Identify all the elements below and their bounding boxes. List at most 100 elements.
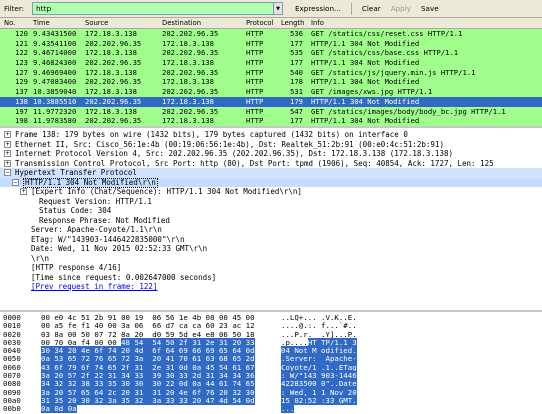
column-header-no[interactable]: No.: [4, 18, 15, 28]
status-code-field[interactable]: Status Code: 304: [0, 206, 542, 216]
chevron-down-icon: ▼: [276, 6, 280, 12]
detail-text: Date: Wed, 11 Nov 2015 02:52:33 GMT\r\n: [31, 244, 208, 253]
detail-text: [HTTP response 4/16]: [31, 263, 122, 272]
packet-row[interactable]: 138 10.3885510 202.202.96.35 172.18.3.138 HT…: [0, 96, 542, 107]
expand-icon[interactable]: +: [20, 188, 27, 195]
packet-no: 198: [15, 116, 28, 126]
packet-row[interactable]: 120 9.43431500 172.18.3.138 202.202.96.35 HT…: [0, 29, 542, 39]
column-header-info[interactable]: Info: [311, 18, 324, 28]
packet-length: 179: [290, 96, 303, 106]
expand-icon[interactable]: +: [4, 159, 11, 167]
packet-length: 177: [290, 38, 303, 48]
detail-text: ETag: W/"143903-1446422835000"\r\n: [31, 234, 185, 244]
packet-source: 202.202.96.35: [85, 58, 142, 68]
packet-source: 202.202.96.35: [85, 77, 142, 87]
packet-bytes-pane: 0000 00 e0 4c 51 2b 91 00 19 06 56 1e 4b …: [0, 314, 542, 414]
expand-icon[interactable]: +: [4, 150, 11, 157]
packet-row[interactable]: 122 9.46714000 172.18.3.138 202.202.96.35 HT…: [0, 48, 542, 59]
hex-row: 00b0 0a 0d 0a...: [0, 404, 542, 414]
packet-no: 137: [15, 87, 28, 97]
packet-time: 9.46824300: [33, 58, 77, 68]
packet-list-header: No. Time Source Destination Protocol Len…: [0, 18, 542, 29]
packet-row[interactable]: 198 11.9783580 202.202.96.35 172.18.3.138 HT…: [0, 116, 542, 126]
server-header-field[interactable]: Server: Apache-Coyote/1.1\r\n: [0, 225, 542, 235]
packet-length: 178: [290, 77, 303, 87]
packet-time: 9.46714000: [33, 48, 77, 58]
detail-text: \r\n: [31, 253, 50, 263]
column-header-destination[interactable]: Destination: [162, 18, 201, 28]
ascii-highlighted: ...: [281, 404, 295, 414]
http-response-field[interactable]: [HTTP response 4/16]: [0, 263, 542, 273]
request-version-field[interactable]: Request Version: HTTP/1.1: [0, 197, 542, 207]
packet-row[interactable]: 127 9.46969400 172.18.3.138 202.202.96.35 HT…: [0, 67, 542, 78]
etag-header-field[interactable]: ETag: W/"143903-1446422835000"\r\n: [0, 235, 542, 245]
expression-button[interactable]: Expression...: [295, 4, 341, 13]
ethernet-node[interactable]: + Ethernet II, Src: Cisco_56:1e:4b (00:19…: [0, 140, 542, 150]
packet-protocol: HTTP: [246, 77, 264, 87]
packet-row[interactable]: 129 9.47083400 202.202.96.35 172.18.3.138 HT…: [0, 77, 542, 88]
column-header-protocol[interactable]: Protocol: [246, 18, 273, 28]
expert-info-node[interactable]: + [Expert Info (Chat/Sequence): HTTP/1.1 …: [0, 187, 542, 197]
hex-bytes[interactable]: 0a 0d 0a: [41, 404, 77, 414]
packet-source: 172.18.3.138: [85, 87, 137, 97]
prev-request-link-text[interactable]: [Prev request in frame: 122]: [31, 282, 157, 292]
detail-text: Status Code: 304: [39, 206, 112, 215]
detail-text: Internet Protocol Version 4, Src: 202.20…: [15, 149, 453, 158]
detail-tree: + Frame 138: 179 bytes on wire (1432 bits…: [0, 130, 542, 292]
collapse-icon[interactable]: −: [12, 178, 19, 186]
ipv4-node[interactable]: + Internet Protocol Version 4, Src: 202.2…: [0, 149, 542, 159]
packet-destination: 172.18.3.138: [162, 38, 214, 48]
http-status-line-node[interactable]: − HTTP/1.1 304 Not Modified\r\n: [0, 177, 542, 188]
packet-no: 123: [15, 58, 28, 68]
detail-text: HTTP/1.1 304 Not Modified\r\n: [23, 177, 158, 188]
column-header-source[interactable]: Source: [85, 18, 108, 28]
packet-destination: 202.202.96.35: [162, 87, 219, 97]
detail-text: Ethernet II, Src: Cisco_56:1e:4b (00:19:…: [15, 139, 444, 149]
hex-rows: 0000 00 e0 4c 51 2b 91 00 19 06 56 1e 4b …: [0, 314, 542, 414]
date-header-field[interactable]: Date: Wed, 11 Nov 2015 02:52:33 GMT\r\n: [0, 244, 542, 254]
response-phrase-field[interactable]: Response Phrase: Not Modified: [0, 216, 542, 226]
packet-info: GET /images/xws.jpg HTTP/1.1: [311, 87, 433, 97]
packet-row[interactable]: 197 11.9772320 172.18.3.138 202.202.96.35 HT…: [0, 106, 542, 117]
packet-destination: 172.18.3.138: [162, 96, 214, 106]
packet-length: 535: [290, 48, 303, 58]
prev-request-link[interactable]: [Prev request in frame: 122]: [0, 282, 542, 292]
packet-no: 138: [15, 96, 28, 106]
packet-destination: 202.202.96.35: [162, 48, 219, 58]
tcp-node[interactable]: + Transmission Control Protocol, Src Port…: [0, 159, 542, 169]
time-since-request-field[interactable]: [Time since request: 0.002647000 seconds…: [0, 273, 542, 283]
packet-destination: 172.18.3.138: [162, 58, 214, 68]
save-button[interactable]: Save: [421, 4, 439, 13]
packet-no: 121: [15, 38, 28, 48]
packet-time: 9.43431500: [33, 29, 77, 38]
filter-dropdown-button[interactable]: ▼: [274, 2, 283, 15]
packet-protocol: HTTP: [246, 29, 264, 38]
packet-details-pane: + Frame 138: 179 bytes on wire (1432 bits…: [0, 130, 542, 312]
packet-no: 120: [15, 29, 28, 38]
apply-button[interactable]: Apply: [391, 4, 411, 13]
display-filter-input[interactable]: http: [32, 2, 274, 15]
column-header-length[interactable]: Length: [281, 18, 304, 28]
column-header-time[interactable]: Time: [33, 18, 50, 28]
http-node[interactable]: − Hypertext Transfer Protocol: [0, 168, 542, 178]
packet-info: GET /statics/css/base.css HTTP/1.1: [311, 48, 459, 58]
expand-icon[interactable]: +: [4, 131, 11, 138]
packet-length: 177: [290, 116, 303, 126]
packet-row[interactable]: 123 9.46824300 202.202.96.35 172.18.3.138 HT…: [0, 58, 542, 68]
packet-length: 536: [290, 29, 303, 38]
packet-no: 122: [15, 48, 28, 58]
packet-no: 129: [15, 77, 28, 87]
packet-row[interactable]: 121 9.43541100 202.202.96.35 172.18.3.138 HT…: [0, 38, 542, 49]
packet-row[interactable]: 137 10.3859040 172.18.3.138 202.202.96.35 HT…: [0, 87, 542, 97]
packet-source: 172.18.3.138: [85, 29, 137, 38]
hex-ascii[interactable]: ...: [281, 404, 295, 414]
packet-time: 11.9783580: [33, 116, 77, 126]
clear-button[interactable]: Clear: [362, 4, 381, 13]
packet-info: HTTP/1.1 304 Not Modified: [311, 38, 420, 48]
expand-icon[interactable]: +: [4, 140, 11, 148]
toolbar-separator: [350, 2, 352, 15]
collapse-icon[interactable]: −: [4, 169, 11, 176]
frame-node[interactable]: + Frame 138: 179 bytes on wire (1432 bits…: [0, 130, 542, 140]
crlf-field[interactable]: \r\n: [0, 254, 542, 264]
detail-text: Hypertext Transfer Protocol: [15, 168, 137, 177]
